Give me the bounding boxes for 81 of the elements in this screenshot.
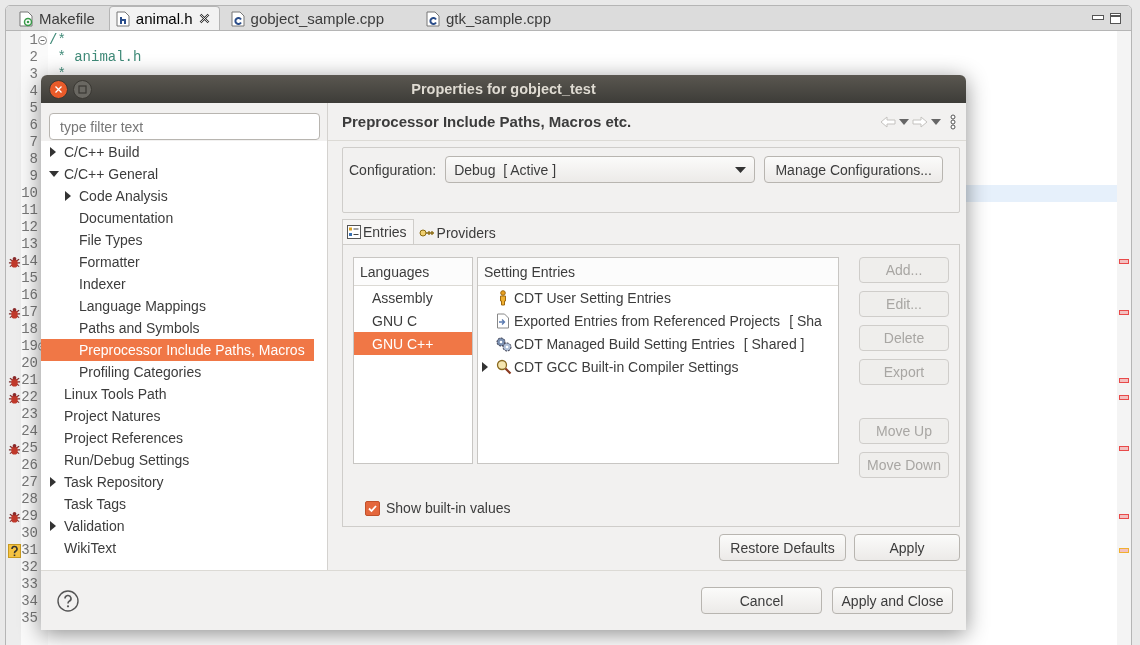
line-number: 12 <box>21 219 38 236</box>
language-item[interactable]: GNU C <box>354 309 472 332</box>
tree-item[interactable]: Code Analysis <box>41 185 314 207</box>
line-number: 34 <box>21 593 38 610</box>
tree-item[interactable]: Task Tags <box>41 493 314 515</box>
line-number: 24 <box>21 423 38 440</box>
line-number: 21 <box>21 372 38 389</box>
apply-button[interactable]: Apply <box>854 534 960 561</box>
line-number: 8 <box>28 151 38 168</box>
editor-tab[interactable]: Makefile <box>12 6 105 30</box>
line-number: 33 <box>21 576 38 593</box>
tree-item[interactable]: Project Natures <box>41 405 314 427</box>
tree-item[interactable]: Linux Tools Path <box>41 383 314 405</box>
line-number: 18 <box>21 321 38 338</box>
tree-item[interactable]: File Types <box>41 229 314 251</box>
dialog-title: Properties for gobject_test <box>411 81 596 97</box>
tree-item[interactable]: Task Repository <box>41 471 314 493</box>
line-number: 6 <box>28 117 38 134</box>
setting-entry[interactable]: CDT GCC Built-in Compiler Settings <box>514 358 739 375</box>
apply-and-close-button[interactable]: Apply and Close <box>832 587 953 614</box>
line-number: 35 <box>21 610 38 627</box>
line-number: 13 <box>21 236 38 253</box>
manage-configurations-button[interactable]: Manage Configurations... <box>764 156 944 183</box>
cancel-button[interactable]: Cancel <box>701 587 822 614</box>
code-line: * animal.h <box>56 49 142 65</box>
line-number: 23 <box>21 406 38 423</box>
line-number: 17 <box>21 304 38 321</box>
line-number: 14 <box>21 253 38 270</box>
line-number: 31 <box>21 542 38 559</box>
page-tab[interactable]: Entries <box>342 219 414 244</box>
language-item[interactable]: Assembly <box>354 286 472 309</box>
line-number: 15 <box>21 270 38 287</box>
line-number: 3 <box>28 66 38 83</box>
line-number: 27 <box>21 474 38 491</box>
line-number: 28 <box>21 491 38 508</box>
tree-item[interactable]: Project References <box>41 427 314 449</box>
code-line: * <box>56 66 66 82</box>
tree-item[interactable]: C/C++ Build <box>41 141 314 163</box>
checkbox-label[interactable]: Show built-in values <box>386 500 511 516</box>
line-number: 7 <box>28 134 38 151</box>
configuration-dropdown[interactable]: Debug [ Active ] <box>445 156 756 183</box>
line-number: 2 <box>28 49 38 66</box>
line-number: 20 <box>21 355 38 372</box>
setting-entry[interactable]: CDT User Setting Entries <box>514 289 671 306</box>
line-number: 11 <box>21 202 38 219</box>
page-tab[interactable]: Providers <box>413 221 503 244</box>
tree-item[interactable]: Paths and Symbols <box>41 317 314 339</box>
shared-tag: [ Sha <box>789 312 822 329</box>
tree-item[interactable]: WikiText <box>41 537 314 559</box>
restore-defaults-button[interactable]: Restore Defaults <box>719 534 846 561</box>
page-title: Preprocessor Include Paths, Macros etc. <box>342 113 633 130</box>
configuration-label: Configuration: <box>349 161 437 178</box>
line-number: 26 <box>21 457 38 474</box>
tree-item[interactable]: Indexer <box>41 273 314 295</box>
line-number: 5 <box>28 100 38 117</box>
tree-item[interactable]: Formatter <box>41 251 314 273</box>
shared-tag: [ Shared ] <box>743 335 805 352</box>
tree-item[interactable]: Language Mappings <box>41 295 314 317</box>
editor-tab[interactable]: animal.h <box>108 6 220 30</box>
tree-item[interactable]: C/C++ General <box>41 163 314 185</box>
line-number: 19 <box>21 338 38 355</box>
line-number: 16 <box>21 287 38 304</box>
filter-field[interactable]: type filter text <box>49 113 320 140</box>
setting-entry[interactable]: Exported Entries from Referenced Projects <box>514 312 781 329</box>
line-number: 9 <box>28 168 38 185</box>
tree-item[interactable]: Run/Debug Settings <box>41 449 314 471</box>
tree-item[interactable]: Documentation <box>41 207 314 229</box>
line-number: 25 <box>21 440 38 457</box>
tree-item[interactable]: Validation <box>41 515 314 537</box>
tree-item[interactable]: Profiling Categories <box>41 361 314 383</box>
line-number: 1 <box>28 32 38 49</box>
line-number: 4 <box>28 83 38 100</box>
editor-tab[interactable]: gtk_sample.cpp <box>419 6 562 30</box>
setting-entry[interactable]: CDT Managed Build Setting Entries <box>514 335 735 352</box>
line-number: 29 <box>21 508 38 525</box>
line-number: 30 <box>21 525 38 542</box>
line-number: 32 <box>21 559 38 576</box>
code-line: /* <box>49 32 66 48</box>
line-number: 10 <box>21 185 38 202</box>
editor-tab[interactable]: gobject_sample.cpp <box>223 6 415 30</box>
line-number: 22 <box>21 389 38 406</box>
